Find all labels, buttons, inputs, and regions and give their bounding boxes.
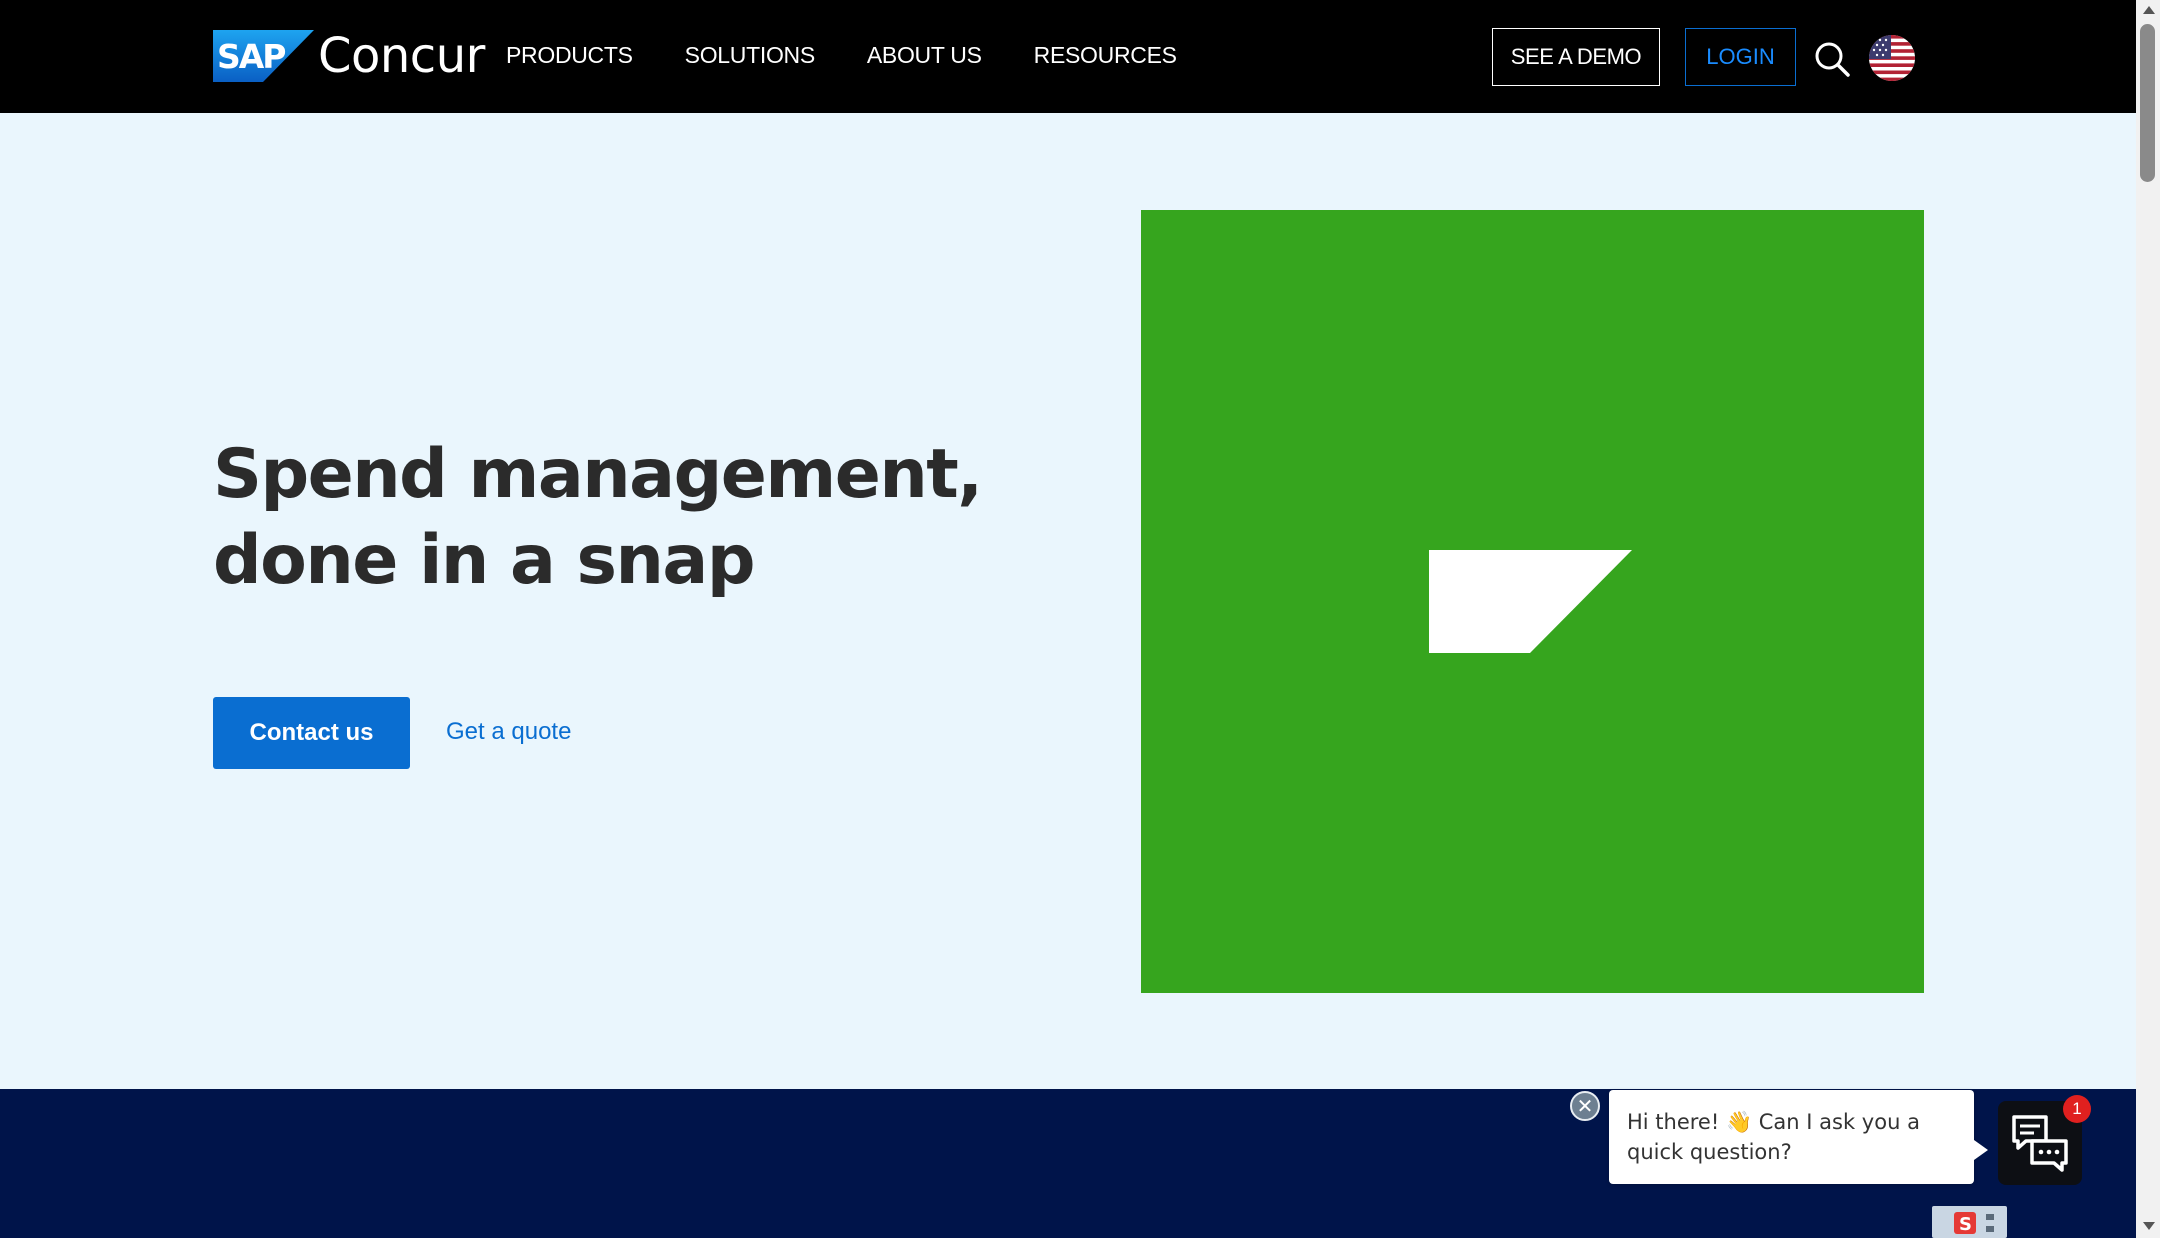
get-a-quote-link[interactable]: Get a quote (446, 718, 571, 746)
scroll-down-icon[interactable] (2143, 1222, 2155, 1230)
chat-icon (2012, 1115, 2068, 1172)
nav-solutions[interactable]: SOLUTIONS (685, 42, 816, 69)
hero-image (1141, 210, 1924, 993)
see-a-demo-button[interactable]: SEE A DEMO (1492, 28, 1660, 86)
contact-us-button[interactable]: Contact us (213, 697, 410, 769)
brand-name: Concur (318, 28, 485, 84)
svg-text:S: S (1959, 1214, 1972, 1235)
widget-glyph-icon: S (1954, 1212, 1994, 1235)
hero-title: Spend management, done in a snap (213, 432, 993, 604)
sap-logo-icon: SAP (213, 30, 314, 82)
accessibility-widget-icon[interactable]: S (1932, 1206, 2007, 1238)
page-scrollbar[interactable] (2136, 0, 2160, 1238)
main-nav: PRODUCTS SOLUTIONS ABOUT US RESOURCES (506, 42, 1177, 69)
sap-concur-logo[interactable]: SAP Concur (213, 28, 485, 84)
hero-title-line1: Spend management, (213, 435, 983, 514)
site-header: SAP Concur PRODUCTS SOLUTIONS ABOUT US R… (0, 0, 2136, 113)
svg-text:SAP: SAP (217, 37, 285, 76)
search-icon[interactable] (1813, 40, 1851, 78)
sap-mark-icon (1429, 550, 1632, 653)
nav-products[interactable]: PRODUCTS (506, 42, 633, 69)
chat-greeting[interactable]: Hi there! 👋 Can I ask you a quick questi… (1609, 1090, 1988, 1184)
scroll-up-icon[interactable] (2143, 6, 2155, 14)
login-button[interactable]: LOGIN (1685, 28, 1796, 86)
notification-badge: 1 (2063, 1095, 2091, 1123)
hero-title-line2: done in a snap (213, 521, 756, 600)
nav-about-us[interactable]: ABOUT US (867, 42, 982, 69)
nav-resources[interactable]: RESOURCES (1034, 42, 1177, 69)
us-flag-icon[interactable] (1869, 35, 1915, 81)
close-icon[interactable]: ✕ (1570, 1091, 1600, 1121)
scroll-thumb[interactable] (2140, 24, 2155, 182)
